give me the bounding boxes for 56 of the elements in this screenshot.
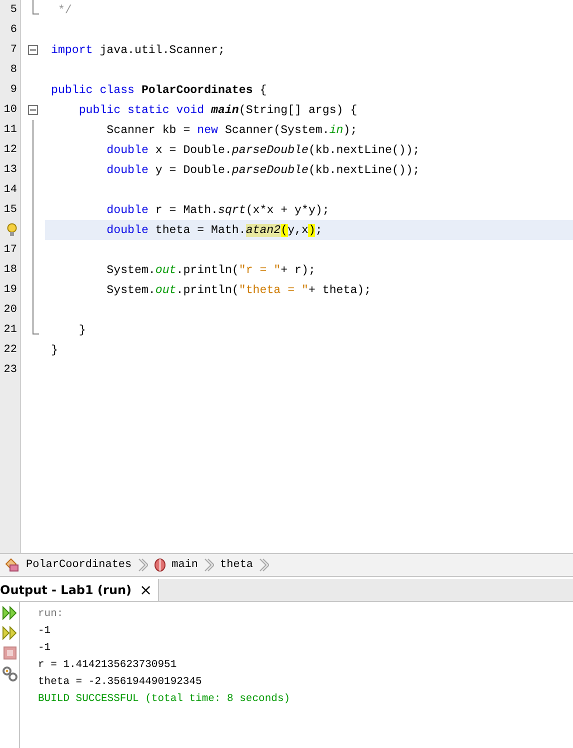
line-number: 7 (10, 44, 17, 56)
line-number: 9 (10, 84, 17, 96)
code-line: public class PolarCoordinates { (50, 84, 267, 96)
output-line: r = 1.4142135623730951 (38, 658, 178, 673)
code-line: double y = Double.parseDouble(kb.nextLine()); (106, 164, 420, 176)
fold-toggle-icon[interactable] (28, 105, 38, 115)
fold-toggle-icon[interactable] (28, 45, 38, 55)
stop-icon[interactable] (2, 646, 16, 660)
code-line: Scanner kb = new Scanner(System.in); (106, 124, 358, 136)
rerun-icon[interactable] (2, 626, 18, 640)
line-number: 6 (10, 24, 17, 36)
output-line: BUILD SUCCESSFUL (total time: 8 seconds) (38, 692, 290, 707)
code-line: import java.util.Scanner; (50, 44, 225, 56)
code-line: double x = Double.parseDouble(kb.nextLine()); (106, 144, 420, 156)
code-line: System.out.println("r = "+ r); (106, 264, 316, 276)
line-number: 14 (4, 184, 17, 196)
line-number: 15 (4, 204, 17, 216)
chevron-icon (204, 558, 214, 572)
chevron-icon (138, 558, 148, 572)
line-number: 22 (4, 344, 17, 356)
output-line: -1 (38, 624, 52, 639)
fold-end-icon (32, 0, 39, 15)
line-number: 12 (4, 144, 17, 156)
class-icon (4, 558, 20, 572)
breadcrumb-item[interactable]: PolarCoordinates (26, 559, 132, 571)
line-number: 11 (4, 124, 17, 136)
line-number: 18 (4, 264, 17, 276)
code-line: } (78, 324, 86, 336)
line-number: 19 (4, 284, 17, 296)
code-line: } (50, 344, 58, 356)
output-tab[interactable]: Output - Lab1 (run) × (0, 579, 160, 601)
line-number: 10 (4, 104, 17, 116)
method-icon (154, 558, 166, 572)
close-button[interactable]: × (140, 581, 152, 599)
code-line: double r = Math.sqrt(x*x + y*y); (106, 204, 330, 216)
code-line: double theta = Math.atan2(y,x); (106, 224, 322, 236)
breadcrumb-item[interactable]: main (172, 559, 198, 571)
output-line: run: (38, 607, 64, 622)
line-number: 17 (4, 244, 17, 256)
fold-end-icon (32, 320, 39, 335)
chevron-icon (259, 558, 270, 572)
line-number: 20 (4, 304, 17, 316)
output-line: -1 (38, 641, 52, 656)
line-number: 13 (4, 164, 17, 176)
line-number: 5 (10, 4, 17, 16)
code-line: */ (56, 4, 72, 16)
breadcrumb-item[interactable]: theta (220, 559, 254, 571)
line-number: 21 (4, 324, 17, 336)
code-line: System.out.println("theta = "+ theta); (106, 284, 372, 296)
rerun-icon[interactable] (2, 606, 18, 620)
code-line: public static void main(String[] args) { (78, 104, 358, 116)
output-line: theta = -2.356194490192345 (38, 675, 203, 690)
lightbulb-icon[interactable] (7, 223, 17, 237)
tools-icon[interactable] (2, 666, 18, 682)
line-number: 8 (10, 64, 17, 76)
line-number: 23 (4, 364, 17, 376)
